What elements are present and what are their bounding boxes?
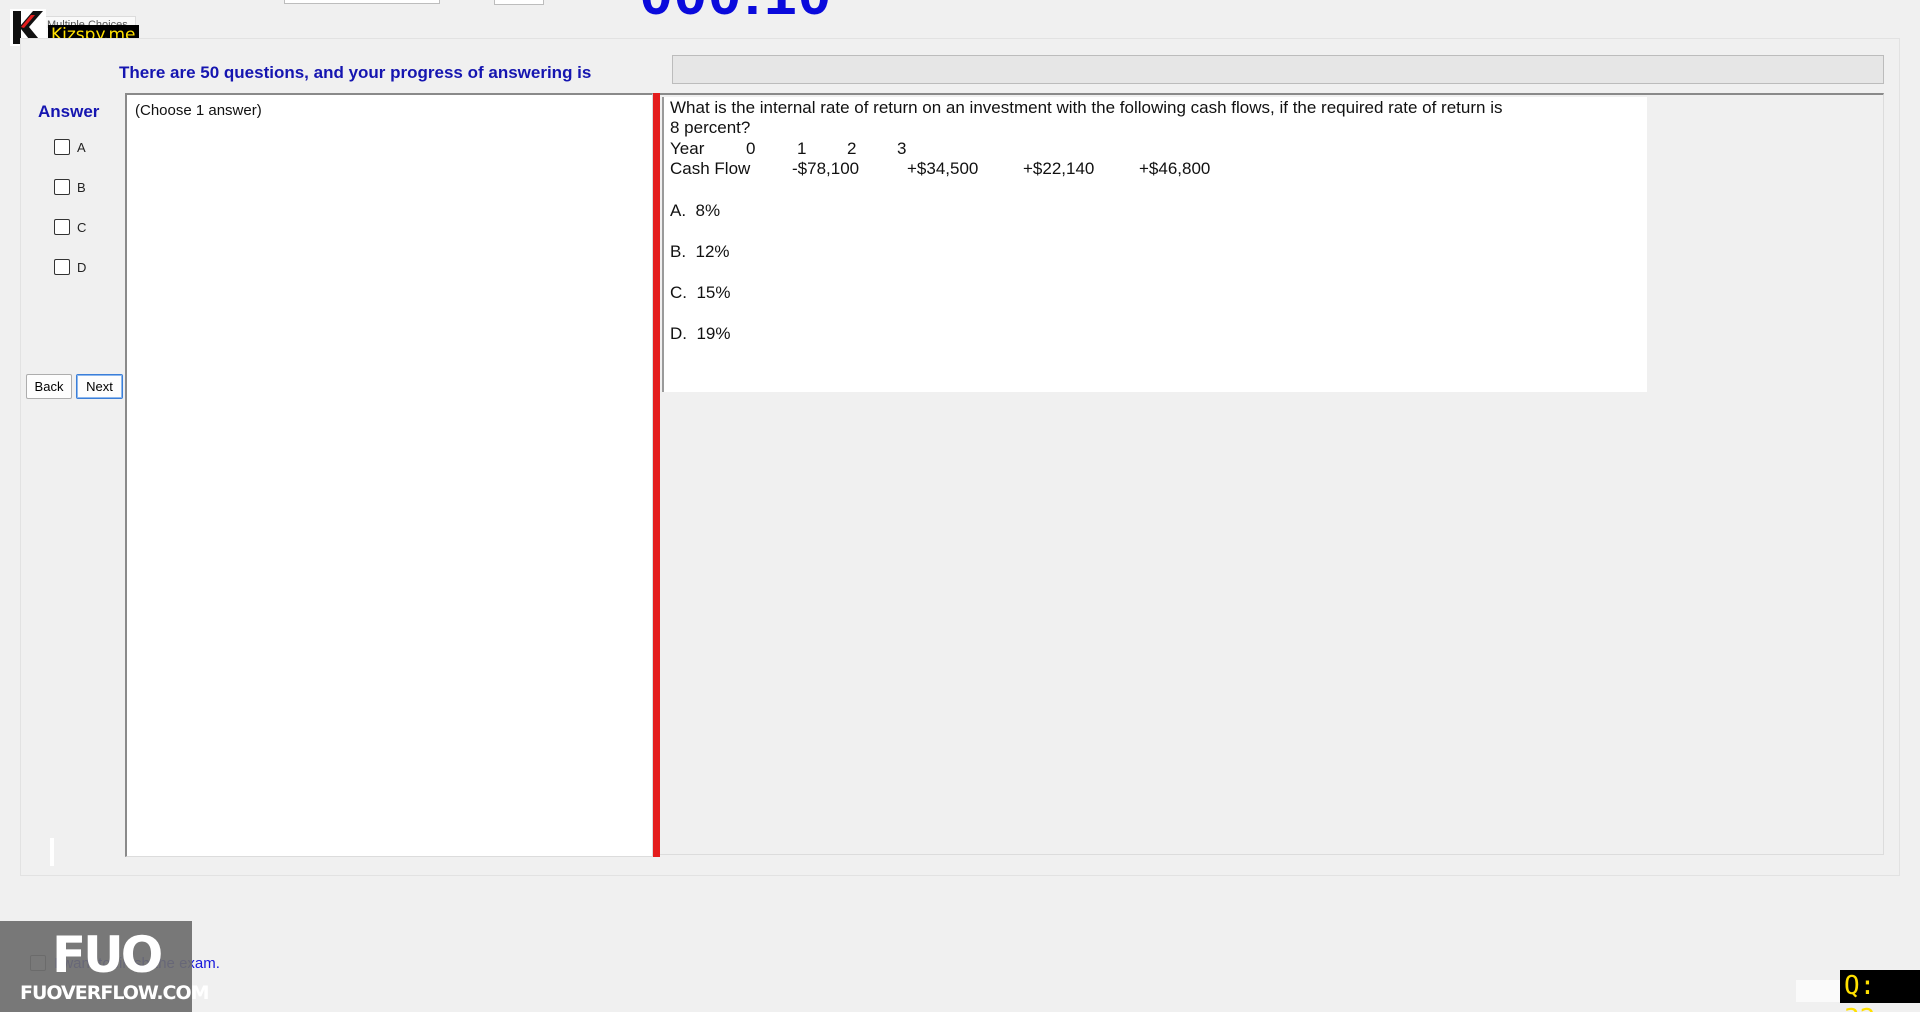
panel-splitter[interactable] [653,93,660,857]
year-value: 0 [746,139,756,158]
year-value: 1 [797,139,807,158]
question-text-line-1: What is the internal rate of return on a… [670,98,1503,117]
fuoverflow-site-text: FUOVERFLOW.COM [20,982,210,1004]
top-small-combo-box[interactable] [494,0,544,5]
fuoverflow-logo-icon: FUO [52,926,163,984]
year-value: 2 [847,139,857,158]
answer-option-c[interactable]: C [54,218,86,236]
answer-option-a[interactable]: A [54,138,86,156]
choice-c: C. 15% [670,283,731,302]
answer-option-b-label: B [77,179,86,195]
choice-a: A. 8% [670,201,721,220]
year-value: 3 [897,139,907,158]
timer-display: 000:10 [640,0,833,24]
answer-option-d-label: D [77,259,87,275]
left-scroll-stub [50,838,54,866]
year-label: Year [670,139,705,158]
choice-b: B. 12% [670,242,730,261]
choice-d: D. 19% [670,324,731,343]
cashflow-value: +$34,500 [907,159,979,178]
question-box: What is the internal rate of return on a… [662,97,1647,392]
answer-option-c-checkbox[interactable] [54,219,70,235]
answer-panel: (Choose 1 answer) [125,93,653,857]
answer-option-b[interactable]: B [54,178,86,196]
cashflow-label: Cash Flow [670,159,751,178]
question-number-badge: Q: 32 [1840,970,1920,1012]
cashflow-value: +$22,140 [1023,159,1095,178]
answer-option-a-label: A [77,139,86,155]
progress-bar [672,55,1884,84]
next-button[interactable]: Next [76,374,123,399]
answer-option-b-checkbox[interactable] [54,179,70,195]
answer-option-c-label: C [77,219,87,235]
answer-title: Answer [38,102,100,121]
answer-option-a-checkbox[interactable] [54,139,70,155]
top-combo-box[interactable] [284,0,440,4]
answer-hint: (Choose 1 answer) [135,102,262,119]
question-text-line-2: 8 percent? [670,118,751,137]
answer-option-d[interactable]: D [54,258,86,276]
cashflow-value: +$46,800 [1139,159,1211,178]
progress-label: There are 50 questions, and your progres… [119,63,592,82]
back-button[interactable]: Back [26,374,72,399]
answer-option-d-checkbox[interactable] [54,259,70,275]
cashflow-value: -$78,100 [792,159,860,178]
bottom-control-stub [1796,980,1840,1002]
